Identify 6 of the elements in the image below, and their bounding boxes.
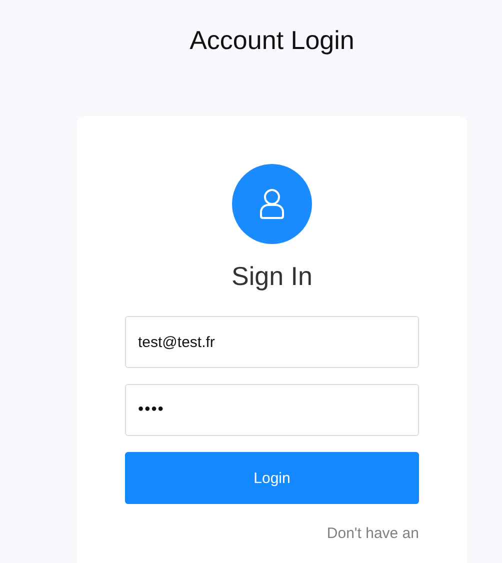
page-title: Account Login [188, 24, 356, 57]
email-field[interactable]: test@test.fr [125, 316, 419, 368]
user-icon [232, 164, 312, 244]
sign-in-heading: Sign In [232, 260, 312, 293]
signup-prompt: Don't have an [326, 525, 419, 542]
password-field[interactable]: •••• [125, 384, 419, 436]
